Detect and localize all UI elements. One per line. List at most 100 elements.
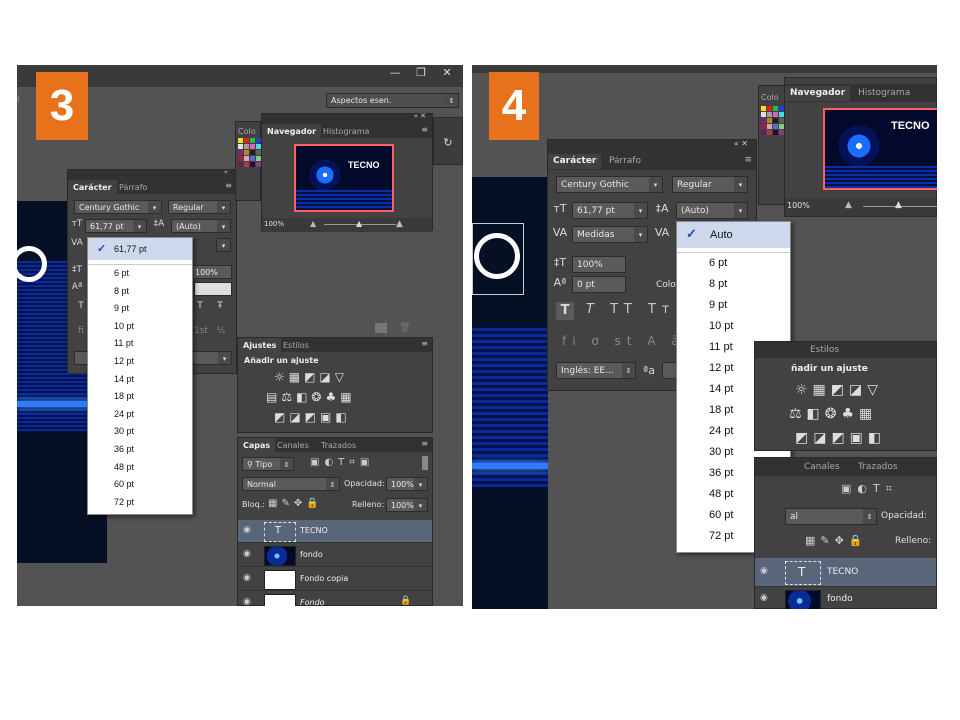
color-swatch[interactable] bbox=[238, 138, 243, 143]
color-swatch[interactable] bbox=[250, 162, 255, 167]
blend-mode-select[interactable]: al ⇕ bbox=[785, 508, 877, 525]
tab-paragraph[interactable]: Párrafo bbox=[114, 180, 152, 195]
menu-option[interactable]: 14 pt bbox=[88, 372, 192, 390]
font-style-select[interactable]: Regular ▾ bbox=[168, 200, 231, 214]
close-panel-icon[interactable]: « ✕ bbox=[734, 139, 748, 148]
tab-character[interactable]: Carácter bbox=[548, 154, 602, 169]
underline-icon[interactable]: T bbox=[193, 301, 207, 311]
layer-row-tecno[interactable]: ◉ T TECNO bbox=[238, 520, 432, 543]
close-window-button[interactable]: ✕ bbox=[434, 65, 460, 81]
color-swatch[interactable] bbox=[244, 150, 249, 155]
color-swatch[interactable] bbox=[238, 162, 243, 167]
menu-selected-row[interactable]: ✓ 61,77 pt bbox=[88, 238, 192, 260]
fill-field[interactable]: 100% ▾ bbox=[386, 498, 428, 512]
color-swatch[interactable] bbox=[773, 124, 778, 129]
ligature-icon[interactable]: fi bbox=[74, 326, 88, 336]
menu-option[interactable]: 11 pt bbox=[88, 336, 192, 354]
color-swatch[interactable] bbox=[244, 162, 249, 167]
tab-navigator[interactable]: Navegador bbox=[785, 86, 851, 101]
baseline-shift-field[interactable]: 0 pt bbox=[572, 276, 626, 293]
menu-option[interactable]: 6 pt bbox=[88, 266, 192, 284]
menu-option[interactable]: 60 pt bbox=[88, 477, 192, 495]
adjustment-icons-row-2[interactable]: ▤⚖◧❂♣▦ bbox=[266, 390, 356, 404]
restore-button[interactable]: ❐ bbox=[408, 65, 434, 81]
history-icon[interactable]: ↻ bbox=[440, 136, 456, 149]
zoom-slider-thumb[interactable]: ▲ bbox=[895, 200, 902, 210]
close-panel-icon[interactable]: « ✕ bbox=[414, 112, 426, 120]
color-swatch[interactable] bbox=[238, 144, 243, 149]
menu-option[interactable]: 48 pt bbox=[88, 460, 192, 478]
scale-field[interactable]: 100% bbox=[190, 265, 232, 279]
antialias-select[interactable]: ▾ bbox=[188, 351, 232, 365]
eye-icon[interactable]: ◉ bbox=[760, 593, 768, 603]
zoom-out-icon[interactable]: ▲ bbox=[845, 200, 852, 210]
tab-styles[interactable]: Estilos bbox=[805, 343, 844, 358]
color-swatch[interactable] bbox=[761, 118, 766, 123]
language-select[interactable] bbox=[74, 351, 88, 365]
color-swatch[interactable] bbox=[250, 144, 255, 149]
layer-filter-select[interactable]: ⚲ Tipo ⇕ bbox=[242, 457, 294, 471]
menu-option[interactable]: 24 pt bbox=[88, 407, 192, 425]
eye-icon[interactable]: ◉ bbox=[243, 573, 251, 583]
menu-selected-row[interactable]: ✓ Auto bbox=[677, 222, 790, 248]
leading-field[interactable]: (Auto) ▾ bbox=[676, 202, 748, 219]
eye-icon[interactable]: ◉ bbox=[243, 525, 251, 535]
color-swatch[interactable] bbox=[194, 282, 232, 296]
lock-icons[interactable]: ▦✎✥🔒 bbox=[268, 498, 323, 509]
zoom-value[interactable]: 100% bbox=[787, 201, 810, 210]
font-family-select[interactable]: Century Gothic ▾ bbox=[74, 200, 162, 214]
layer-row-fondo[interactable]: ◉ fondo bbox=[238, 544, 432, 567]
kerning-select[interactable]: Medidas ▾ bbox=[572, 226, 648, 243]
adjustment-icons-row-3[interactable]: ◩◪◩▣◧ bbox=[274, 410, 351, 424]
color-swatch[interactable] bbox=[250, 150, 255, 155]
menu-option[interactable]: 8 pt bbox=[88, 284, 192, 302]
layer-row-background[interactable]: ◉ Fondo 🔒 bbox=[238, 592, 432, 606]
tab-channels[interactable]: Canales bbox=[799, 460, 845, 475]
adjustment-icons-row-2[interactable]: ⚖◧❂♣▦ bbox=[789, 406, 877, 422]
menu-option[interactable]: 36 pt bbox=[88, 442, 192, 460]
panel-menu-icon[interactable]: ≡ bbox=[421, 439, 428, 448]
color-swatch[interactable] bbox=[773, 112, 778, 117]
panel-menu-icon[interactable]: ≡ bbox=[744, 155, 752, 165]
leading-field[interactable]: (Auto) ▾ bbox=[171, 219, 231, 233]
color-swatch[interactable] bbox=[773, 106, 778, 111]
lock-icons[interactable]: ▦✎✥🔒 bbox=[805, 534, 868, 547]
collapse-icon[interactable]: « bbox=[224, 168, 228, 176]
color-swatch[interactable] bbox=[244, 144, 249, 149]
menu-option[interactable]: 30 pt bbox=[88, 424, 192, 442]
color-swatch[interactable] bbox=[761, 106, 766, 111]
color-swatch[interactable] bbox=[238, 150, 243, 155]
navigator-preview[interactable]: TECNO bbox=[823, 108, 937, 190]
color-swatch[interactable] bbox=[244, 156, 249, 161]
menu-option[interactable]: 9 pt bbox=[88, 301, 192, 319]
eye-icon[interactable]: ◉ bbox=[243, 549, 251, 559]
adjustment-icons-row-3[interactable]: ◩◪◩▣◧ bbox=[795, 430, 886, 446]
panel-menu-icon[interactable]: ≡ bbox=[421, 339, 428, 348]
color-swatch[interactable] bbox=[767, 124, 772, 129]
language-select[interactable]: Inglés: EE... ⇕ bbox=[556, 362, 636, 379]
font-size-field[interactable]: 61,77 pt ▾ bbox=[572, 202, 648, 219]
eye-icon[interactable]: ◉ bbox=[243, 597, 251, 606]
panel-menu-icon[interactable]: ≡ bbox=[421, 125, 428, 134]
menu-option[interactable]: 10 pt bbox=[88, 319, 192, 337]
menu-option[interactable]: 12 pt bbox=[88, 354, 192, 372]
color-swatch[interactable] bbox=[767, 118, 772, 123]
tab-layers[interactable]: Capas bbox=[238, 438, 276, 453]
tab-paths[interactable]: Trazados bbox=[316, 438, 361, 453]
faux-bold-icon[interactable]: T bbox=[74, 301, 88, 311]
layer-row-fondo-copia[interactable]: ◉ Fondo copia bbox=[238, 568, 432, 591]
menu-option[interactable]: 6 pt bbox=[677, 255, 790, 276]
color-swatch[interactable] bbox=[767, 106, 772, 111]
color-swatch[interactable] bbox=[761, 124, 766, 129]
color-swatch[interactable] bbox=[767, 112, 772, 117]
menu-option[interactable]: 10 pt bbox=[677, 318, 790, 339]
menu-option[interactable]: 8 pt bbox=[677, 276, 790, 297]
eye-icon[interactable]: ◉ bbox=[760, 566, 768, 576]
trash-icon[interactable]: 🗑 bbox=[399, 323, 410, 333]
tab-styles[interactable]: Estilos bbox=[278, 338, 314, 353]
menu-option[interactable]: 18 pt bbox=[88, 389, 192, 407]
color-swatch[interactable] bbox=[761, 112, 766, 117]
zoom-out-icon[interactable]: ▲ bbox=[310, 219, 316, 228]
faux-bold-icon[interactable]: T bbox=[556, 302, 574, 320]
new-icon[interactable] bbox=[375, 323, 387, 333]
